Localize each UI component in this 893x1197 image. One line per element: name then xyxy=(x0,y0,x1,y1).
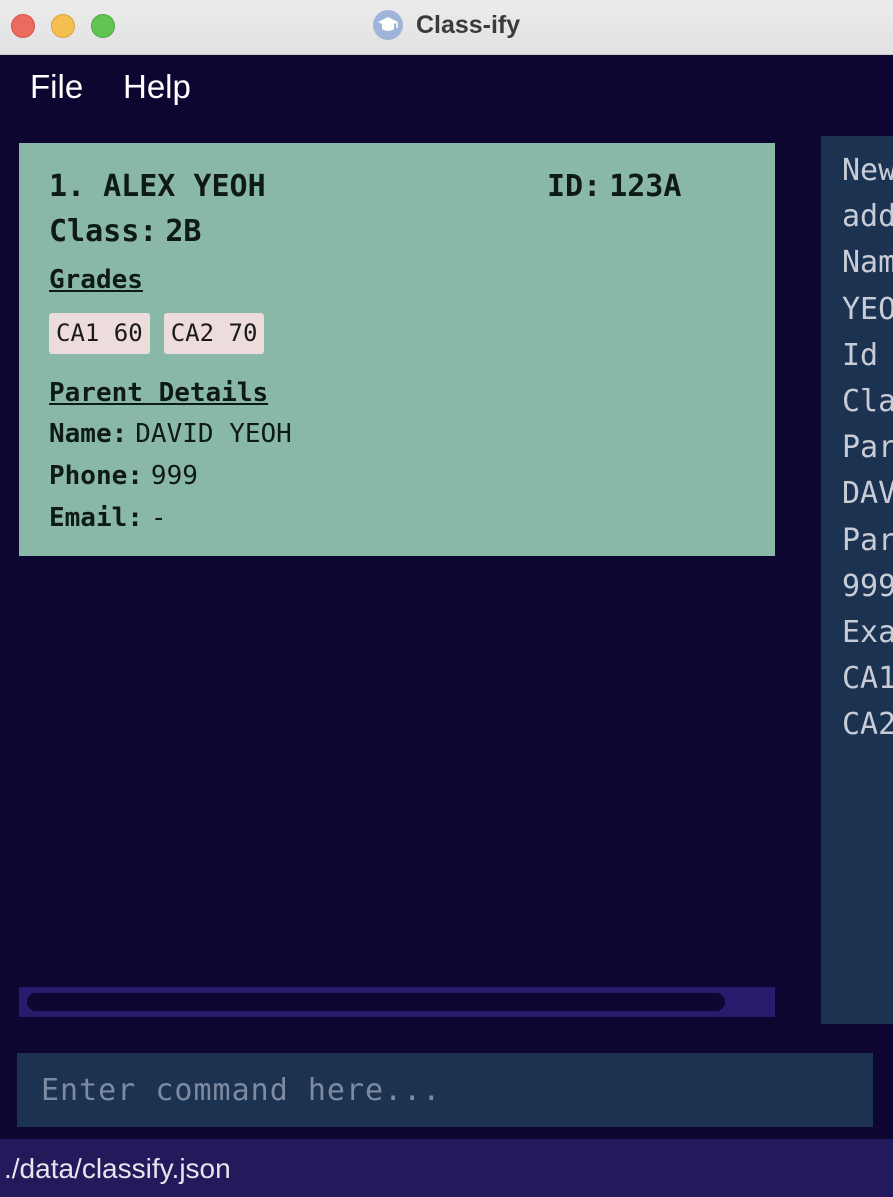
result-display-panel[interactable]: New add Nam YEO Id Cla Par DAV Par 999 E… xyxy=(821,136,893,1024)
parent-phone: 999 xyxy=(150,461,198,491)
horizontal-scrollbar[interactable] xyxy=(19,987,775,1017)
student-index: 1. xyxy=(49,169,86,204)
parent-email-label: Email: xyxy=(49,503,143,533)
command-box xyxy=(17,1053,873,1127)
menu-help[interactable]: Help xyxy=(123,68,191,106)
result-line: Id xyxy=(842,337,879,373)
parent-email-row: Email: - xyxy=(49,503,167,533)
grade-tag: CA2 70 xyxy=(163,313,265,354)
result-line: Par xyxy=(842,430,893,466)
grades-heading: Grades xyxy=(49,265,143,295)
result-line: New xyxy=(842,153,893,188)
menu-bar: File Help xyxy=(0,56,893,120)
grades-list: CA1 60 CA2 70 xyxy=(49,313,265,354)
parent-phone-label: Phone: xyxy=(49,461,143,491)
status-bar: ./data/classify.json xyxy=(0,1139,893,1197)
result-text: New add Nam YEO Id Cla Par DAV Par 999 E… xyxy=(842,148,893,749)
student-id-label: ID: xyxy=(547,169,602,204)
result-line: CA2 xyxy=(842,707,893,743)
student-card[interactable]: 1. ALEX YEOH ID: 123A Class: 2B Grades CA1 … xyxy=(19,143,775,556)
result-line: CA1 xyxy=(842,661,893,697)
command-input[interactable] xyxy=(17,1053,873,1127)
student-name-row: 1. ALEX YEOH xyxy=(49,169,266,204)
result-line: Nam xyxy=(842,245,893,281)
student-id: 123A xyxy=(609,169,682,204)
parent-phone-row: Phone: 999 xyxy=(49,461,198,491)
grade-tag: CA1 60 xyxy=(49,313,150,354)
scrollbar-thumb[interactable] xyxy=(27,993,725,1011)
parent-name: DAVID YEOH xyxy=(135,419,292,449)
window-title: Class-ify xyxy=(415,10,521,39)
parent-name-label: Name: xyxy=(49,419,128,449)
result-line: Exa xyxy=(842,615,893,651)
app-window: Class-ify File Help 1. ALEX YEOH ID: 123A … xyxy=(0,0,893,1197)
window-title-group: Class-ify xyxy=(0,10,893,42)
title-bar[interactable]: Class-ify xyxy=(0,0,893,55)
result-line: add xyxy=(842,199,893,235)
data-file-path: ./data/classify.json xyxy=(4,1153,231,1184)
parent-name-row: Name: DAVID YEOH xyxy=(49,419,292,449)
student-name: ALEX YEOH xyxy=(103,169,266,204)
student-class: 2B xyxy=(165,214,202,249)
parent-email: - xyxy=(150,503,167,533)
result-line: 999 xyxy=(842,568,893,604)
student-class-row: Class: 2B xyxy=(49,214,202,249)
result-line: DAV xyxy=(842,476,893,512)
parent-details-heading: Parent Details xyxy=(49,378,269,408)
menu-file[interactable]: File xyxy=(30,68,83,106)
result-line: Par xyxy=(842,522,893,558)
student-class-label: Class: xyxy=(49,214,158,249)
result-line: YEO xyxy=(842,291,893,327)
student-id-row: ID: 123A xyxy=(547,169,681,204)
graduation-cap-icon xyxy=(372,10,403,40)
result-line: Cla xyxy=(842,384,893,420)
